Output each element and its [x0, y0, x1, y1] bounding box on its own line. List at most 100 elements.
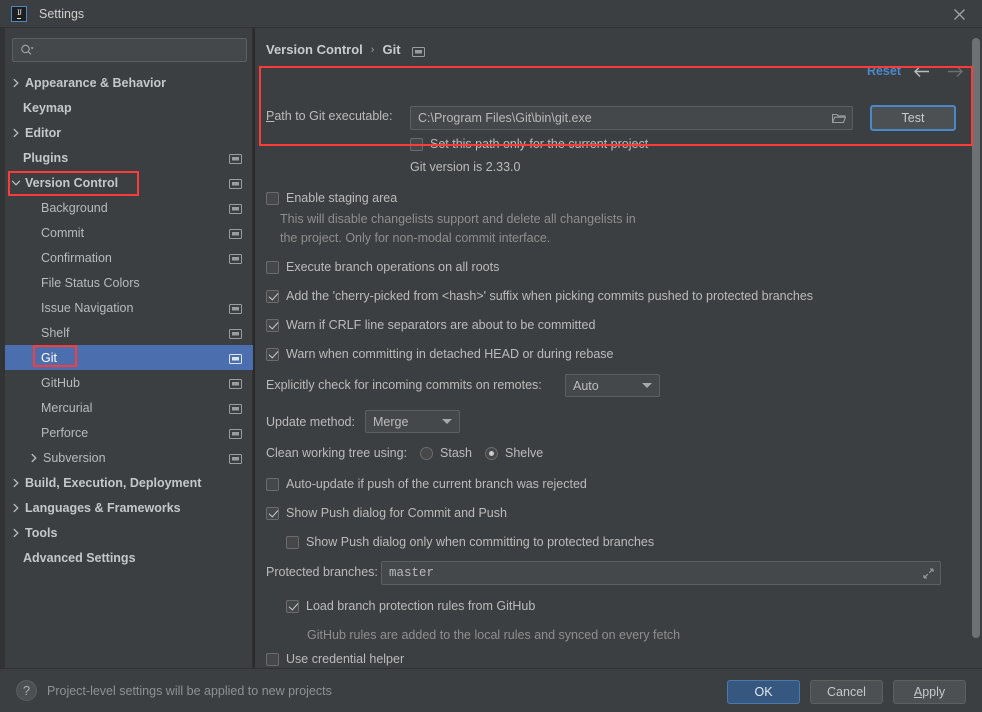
arrow-left-icon[interactable]	[910, 60, 932, 82]
git-executable-path-input[interactable]: C:\Program Files\Git\bin\git.exe	[410, 106, 853, 130]
sidebar-item-perforce[interactable]: Perforce	[5, 420, 253, 445]
staging-hint-text-1: This will disable changelists support an…	[280, 212, 636, 226]
cancel-button[interactable]: Cancel	[810, 680, 883, 704]
show-push-dialog-row[interactable]: Show Push dialog for Commit and Push	[266, 506, 507, 520]
protected-branches-input[interactable]: master	[381, 561, 941, 585]
expand-icon[interactable]	[923, 567, 934, 579]
git-version-row: Git version is 2.33.0	[410, 160, 520, 174]
show-push-dialog-label: Show Push dialog for Commit and Push	[286, 506, 507, 520]
update-method-label-row: Update method:	[266, 415, 355, 429]
cherry-picked-row[interactable]: Add the 'cherry-picked from <hash>' suff…	[266, 289, 813, 303]
sidebar-item-subversion[interactable]: Subversion	[5, 445, 253, 470]
auto-update-push-checkbox[interactable]	[266, 477, 279, 491]
protected-branches-label-row: Protected branches:	[266, 565, 378, 579]
breadcrumb-git: Git	[382, 42, 401, 57]
warn-crlf-row[interactable]: Warn if CRLF line separators are about t…	[266, 318, 595, 332]
enable-staging-area-label: Enable staging area	[286, 191, 398, 205]
breadcrumb: Version Control › Git	[266, 42, 425, 57]
enable-staging-area-row[interactable]: Enable staging area	[266, 191, 397, 205]
sidebar-item-appearance-behavior[interactable]: Appearance & Behavior	[5, 70, 253, 95]
warn-detached-head-row[interactable]: Warn when committing in detached HEAD or…	[266, 347, 613, 361]
sidebar-item-mercurial[interactable]: Mercurial	[5, 395, 253, 420]
execute-branch-ops-row[interactable]: Execute branch operations on all roots	[266, 260, 499, 274]
sidebar-item-shelf[interactable]: Shelf	[5, 320, 253, 345]
help-icon-glyph: ?	[22, 683, 31, 698]
warn-crlf-checkbox[interactable]	[266, 318, 279, 332]
sidebar-item-keymap[interactable]: Keymap	[5, 95, 253, 120]
chevron-right-icon[interactable]	[9, 126, 23, 140]
sidebar-item-plugins[interactable]: Plugins	[5, 145, 253, 170]
warn-detached-head-checkbox[interactable]	[266, 347, 279, 361]
use-credential-helper-row[interactable]: Use credential helper	[266, 652, 404, 666]
project-level-badge-icon	[411, 45, 425, 57]
footer-message: Project-level settings will be applied t…	[47, 683, 332, 698]
sidebar-item-github[interactable]: GitHub	[5, 370, 253, 395]
load-branch-rules-checkbox[interactable]	[286, 599, 299, 613]
sidebar-item-label: Build, Execution, Deployment	[25, 475, 202, 490]
auto-update-push-row[interactable]: Auto-update if push of the current branc…	[266, 477, 587, 491]
content-scrollbar-thumb[interactable]	[972, 38, 980, 638]
set-path-project-only-row[interactable]: Set this path only for the current proje…	[410, 137, 648, 151]
load-branch-rules-label: Load branch protection rules from GitHub	[306, 599, 536, 613]
cherry-picked-checkbox[interactable]	[266, 289, 279, 303]
show-push-dialog-checkbox[interactable]	[266, 506, 279, 520]
close-icon[interactable]	[936, 0, 982, 28]
sidebar-item-build-execution-deployment[interactable]: Build, Execution, Deployment	[5, 470, 253, 495]
sidebar-item-confirmation[interactable]: Confirmation	[5, 245, 253, 270]
sidebar-item-label: Languages & Frameworks	[25, 500, 181, 515]
reset-link[interactable]: Reset	[867, 64, 901, 78]
project-level-badge-icon	[229, 153, 242, 164]
sidebar-item-file-status-colors[interactable]: File Status Colors	[5, 270, 253, 295]
breadcrumb-version-control[interactable]: Version Control	[266, 42, 363, 57]
update-method-dropdown[interactable]: Merge	[365, 410, 460, 433]
sidebar-item-label: Advanced Settings	[23, 550, 136, 565]
sidebar-item-languages-frameworks[interactable]: Languages & Frameworks	[5, 495, 253, 520]
sidebar-item-commit[interactable]: Commit	[5, 220, 253, 245]
clean-stash-radio[interactable]	[420, 446, 434, 460]
protected-branches-label: Protected branches:	[266, 565, 378, 579]
project-level-badge-icon	[229, 228, 242, 239]
sidebar-item-version-control[interactable]: Version Control	[5, 170, 253, 195]
show-push-protected-row[interactable]: Show Push dialog only when committing to…	[286, 535, 654, 549]
load-branch-rules-row[interactable]: Load branch protection rules from GitHub	[286, 599, 535, 613]
sidebar-item-editor[interactable]: Editor	[5, 120, 253, 145]
cherry-picked-label: Add the 'cherry-picked from <hash>' suff…	[286, 289, 814, 303]
ok-button[interactable]: OK	[727, 680, 800, 704]
chevron-right-icon[interactable]	[9, 76, 23, 90]
sidebar-item-git[interactable]: Git	[5, 345, 253, 370]
enable-staging-area-checkbox[interactable]	[266, 191, 279, 205]
execute-branch-ops-label: Execute branch operations on all roots	[286, 260, 500, 274]
github-rules-hint-text: GitHub rules are added to the local rule…	[307, 628, 681, 642]
sidebar-item-label: File Status Colors	[41, 275, 140, 290]
dialog-body: Appearance & Behavior Keymap Editor Plugins…	[0, 28, 982, 668]
clean-working-tree-label: Clean working tree using:	[266, 446, 408, 460]
staging-hint-text-2: the project. Only for non-modal commit i…	[280, 231, 551, 245]
help-icon[interactable]: ?	[16, 680, 37, 701]
arrow-right-icon[interactable]	[944, 60, 966, 82]
sidebar-item-label: Issue Navigation	[41, 300, 134, 315]
chevron-right-icon[interactable]	[9, 526, 23, 540]
chevron-right-icon[interactable]	[9, 501, 23, 515]
set-path-project-only-checkbox[interactable]	[410, 137, 423, 151]
apply-button[interactable]: Apply	[893, 680, 966, 704]
settings-sidebar: Appearance & Behavior Keymap Editor Plugins…	[5, 28, 253, 668]
show-push-protected-checkbox[interactable]	[286, 535, 299, 549]
settings-dialog: IJ Settings Appearance & Behavior Keymap…	[0, 0, 982, 712]
execute-branch-ops-checkbox[interactable]	[266, 260, 279, 274]
sidebar-item-background[interactable]: Background	[5, 195, 253, 220]
sidebar-item-advanced-settings[interactable]: Advanced Settings	[5, 545, 253, 570]
test-button[interactable]: Test	[870, 105, 956, 131]
breadcrumb-separator: ›	[370, 43, 375, 56]
search-input[interactable]	[38, 42, 228, 58]
incoming-commits-dropdown[interactable]: Auto	[565, 374, 660, 397]
search-box[interactable]	[12, 38, 247, 62]
chevron-down-icon[interactable]	[9, 176, 23, 190]
folder-icon[interactable]	[832, 112, 846, 124]
warn-crlf-label: Warn if CRLF line separators are about t…	[286, 318, 596, 332]
use-credential-helper-checkbox[interactable]	[266, 652, 279, 666]
sidebar-item-issue-navigation[interactable]: Issue Navigation	[5, 295, 253, 320]
sidebar-item-tools[interactable]: Tools	[5, 520, 253, 545]
clean-shelve-radio[interactable]	[485, 446, 499, 460]
chevron-right-icon[interactable]	[27, 451, 41, 465]
chevron-right-icon[interactable]	[9, 476, 23, 490]
